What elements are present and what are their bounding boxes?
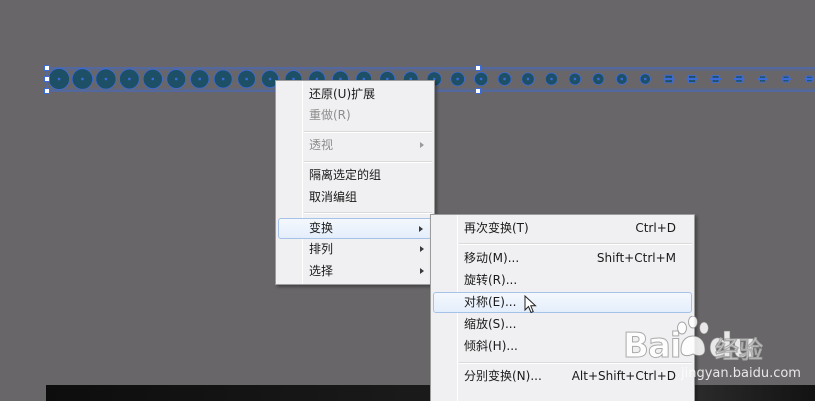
menu-item-arrange[interactable]: 排列 <box>278 239 432 260</box>
anchor-point <box>175 77 178 81</box>
menu-separator <box>304 131 432 133</box>
submenu-item-partial[interactable] <box>433 392 692 401</box>
anchor-point <box>81 77 84 81</box>
menu-item-undo-expand[interactable]: 还原(U)扩展 <box>278 84 432 105</box>
watermark-url: jingyan.baidu.com <box>681 366 801 381</box>
menu-item-label: 缩放(S)... <box>464 317 517 331</box>
menu-item-label: 移动(M)... <box>464 251 520 265</box>
menu-separator <box>304 161 432 163</box>
anchor-point <box>503 77 506 81</box>
submenu-item-reflect[interactable]: 对称(E)... <box>433 292 692 313</box>
anchor-point <box>620 77 623 81</box>
transform-handle <box>44 76 50 82</box>
menu-item-label: 取消编组 <box>309 190 358 204</box>
anchor-point <box>479 77 483 81</box>
menu-item-label: 还原(U)扩展 <box>309 87 376 101</box>
transform-handle <box>475 88 481 94</box>
menu-separator <box>459 243 692 245</box>
menu-item-ungroup[interactable]: 取消编组 <box>278 187 432 208</box>
menu-item-isolate-group[interactable]: 隔离选定的组 <box>278 165 432 186</box>
anchor-point <box>456 77 459 81</box>
menu-item-label: 对称(E)... <box>464 295 517 309</box>
anchor-point <box>128 77 131 81</box>
menu-item-redo[interactable]: 重做(R) <box>278 105 432 126</box>
paw-logo-icon <box>677 316 709 357</box>
submenu-arrow-icon <box>419 226 423 232</box>
menu-item-shortcut: Ctrl+D <box>635 221 676 235</box>
anchor-point <box>104 77 108 81</box>
menu-item-label: 透视 <box>309 138 334 152</box>
transform-handle <box>44 88 50 94</box>
menu-item-label: 变换 <box>309 221 334 235</box>
anchor-point <box>667 77 670 81</box>
menu-item-label: 分别变换(N)... <box>464 369 542 383</box>
menu-item-select[interactable]: 选择 <box>278 261 432 282</box>
anchor-point <box>245 77 248 81</box>
submenu-item-move[interactable]: 移动(M)... Shift+Ctrl+M <box>433 248 692 269</box>
menu-item-label: 排列 <box>309 242 334 256</box>
menu-item-label: 隔离选定的组 <box>309 168 382 182</box>
anchor-point <box>808 77 811 81</box>
anchor-point <box>690 77 694 81</box>
anchor-point <box>550 77 553 81</box>
transform-handle <box>44 65 50 71</box>
baidu-watermark: Bai du 经验 jingyan.baidu.com <box>623 316 813 386</box>
menu-item-transform[interactable]: 变换 <box>278 218 432 239</box>
submenu-arrow-icon <box>420 142 424 148</box>
mouse-pointer-icon <box>524 295 537 314</box>
submenu-arrow-icon <box>420 268 424 274</box>
context-menu: 还原(U)扩展 重做(R) 透视 隔离选定的组 取消编组 变换 排列 选择 <box>275 80 435 285</box>
transform-handle <box>475 65 481 71</box>
menu-item-perspective[interactable]: 透视 <box>278 135 432 156</box>
anchor-point <box>737 77 741 81</box>
anchor-point <box>761 77 764 81</box>
watermark-text: 经验 <box>715 336 764 365</box>
menu-item-label: 再次变换(T) <box>464 221 529 235</box>
menu-separator <box>304 212 432 214</box>
menu-item-label: 倾斜(H)... <box>464 339 518 353</box>
anchor-point <box>714 77 717 81</box>
anchor-point <box>221 77 225 81</box>
menu-item-label: 重做(R) <box>309 108 351 122</box>
anchor-point <box>644 77 647 81</box>
anchor-point <box>198 77 201 81</box>
anchor-point <box>526 77 530 81</box>
anchor-point <box>268 77 272 81</box>
anchor-point <box>57 77 61 81</box>
submenu-item-transform-again[interactable]: 再次变换(T) Ctrl+D <box>433 218 692 239</box>
anchor-point <box>597 77 600 81</box>
submenu-item-rotate[interactable]: 旋转(R)... <box>433 270 692 291</box>
submenu-arrow-icon <box>420 246 424 252</box>
anchor-point <box>573 77 577 81</box>
anchor-point <box>151 77 154 81</box>
menu-item-shortcut: Shift+Ctrl+M <box>596 251 676 265</box>
anchor-point <box>784 77 788 81</box>
menu-item-label: 选择 <box>309 264 334 278</box>
menu-item-label: 旋转(R)... <box>464 273 518 287</box>
